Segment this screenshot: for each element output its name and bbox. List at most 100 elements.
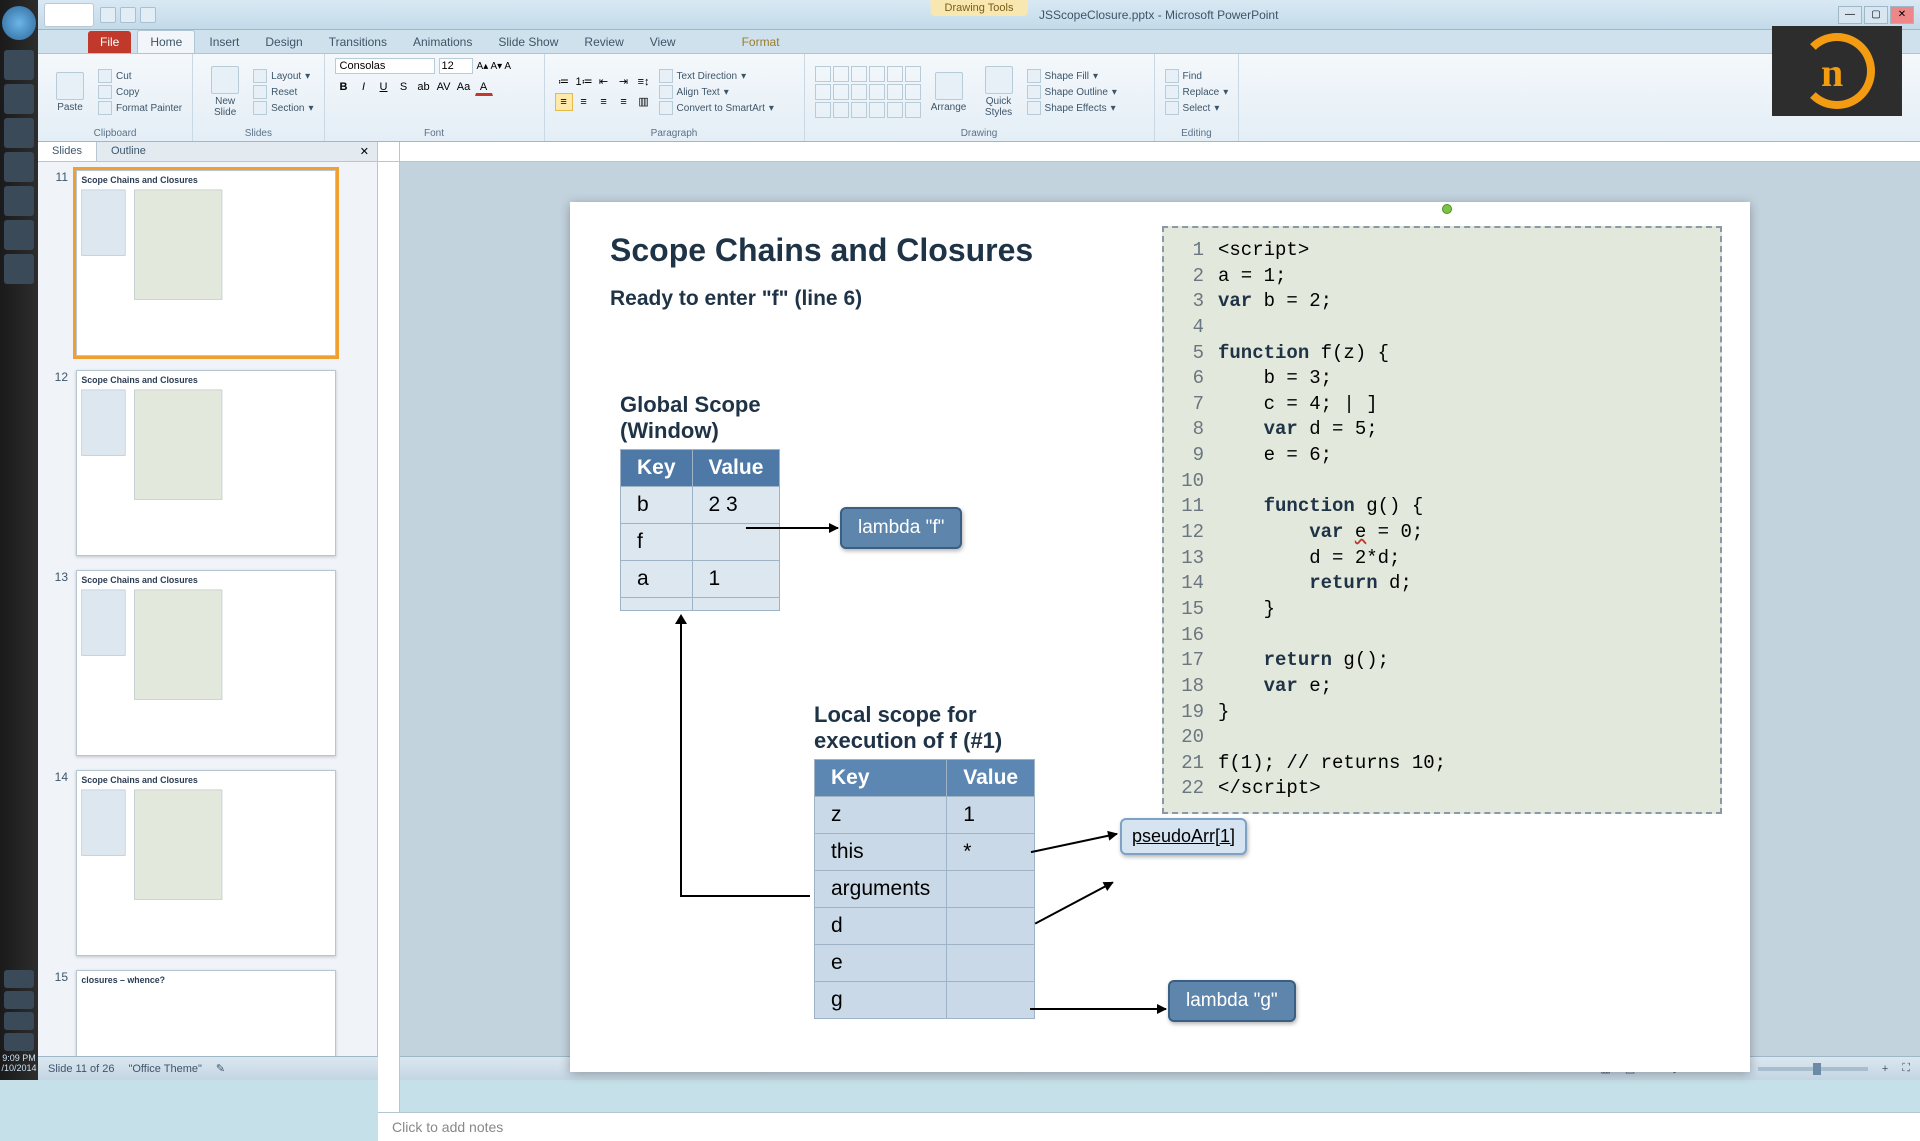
- tray-icon[interactable]: [4, 991, 34, 1009]
- shape-icon[interactable]: [851, 84, 867, 100]
- spacing-button[interactable]: AV: [435, 78, 453, 96]
- case-button[interactable]: Aa: [455, 78, 473, 96]
- replace-button[interactable]: Replace ▾: [1165, 85, 1229, 99]
- shape-outline-button[interactable]: Shape Outline ▾: [1027, 85, 1117, 99]
- tab-home[interactable]: Home: [137, 30, 195, 53]
- shape-icon[interactable]: [815, 66, 831, 82]
- zoom-slider[interactable]: [1758, 1067, 1868, 1071]
- maximize-button[interactable]: ▢: [1864, 6, 1888, 24]
- strike-button[interactable]: S: [395, 78, 413, 96]
- columns-button[interactable]: ▥: [635, 93, 653, 111]
- format-painter-button[interactable]: Format Painter: [98, 101, 182, 115]
- outline-tab[interactable]: Outline: [97, 142, 160, 161]
- underline-button[interactable]: U: [375, 78, 393, 96]
- minimize-button[interactable]: —: [1838, 6, 1862, 24]
- shape-icon[interactable]: [833, 66, 849, 82]
- section-button[interactable]: Section ▾: [253, 101, 313, 115]
- shape-effects-button[interactable]: Shape Effects ▾: [1027, 101, 1117, 115]
- slide-thumbnail[interactable]: Scope Chains and Closures: [76, 770, 336, 956]
- rotate-handle[interactable]: [1442, 204, 1452, 214]
- tab-slideshow[interactable]: Slide Show: [486, 31, 570, 53]
- shape-icon[interactable]: [887, 66, 903, 82]
- copy-button[interactable]: Copy: [98, 85, 182, 99]
- taskbar-clock[interactable]: 9:09 PM /10/2014: [0, 1054, 38, 1074]
- shape-icon[interactable]: [851, 66, 867, 82]
- shape-icon[interactable]: [905, 102, 921, 118]
- local-scope-table[interactable]: KeyValue z1this*argumentsdeg: [814, 759, 1035, 1019]
- horizontal-ruler[interactable]: [400, 142, 1920, 162]
- qat-redo-icon[interactable]: [140, 7, 156, 23]
- spell-check-icon[interactable]: ✎: [216, 1062, 225, 1075]
- taskbar-icon[interactable]: [4, 152, 34, 182]
- shape-icon[interactable]: [905, 66, 921, 82]
- italic-button[interactable]: I: [355, 78, 373, 96]
- shape-fill-button[interactable]: Shape Fill ▾: [1027, 69, 1117, 83]
- text-direction-button[interactable]: Text Direction ▾: [659, 69, 774, 83]
- align-left-button[interactable]: ≡: [555, 93, 573, 111]
- align-text-button[interactable]: Align Text ▾: [659, 85, 774, 99]
- tab-insert[interactable]: Insert: [197, 31, 251, 53]
- select-button[interactable]: Select ▾: [1165, 101, 1229, 115]
- smartart-button[interactable]: Convert to SmartArt ▾: [659, 101, 774, 115]
- tab-format[interactable]: Format: [730, 31, 792, 53]
- align-center-button[interactable]: ≡: [575, 93, 593, 111]
- shape-icon[interactable]: [815, 84, 831, 100]
- tray-icon[interactable]: [4, 1012, 34, 1030]
- bold-button[interactable]: B: [335, 78, 353, 96]
- taskbar-icon[interactable]: [4, 220, 34, 250]
- taskbar-icon[interactable]: [4, 186, 34, 216]
- tab-file[interactable]: File: [88, 31, 131, 53]
- tray-icon[interactable]: [4, 1033, 34, 1051]
- taskbar-icon[interactable]: [4, 118, 34, 148]
- slide-thumbnail[interactable]: Scope Chains and Closures: [76, 170, 336, 356]
- numbering-button[interactable]: 1≔: [575, 73, 593, 91]
- shape-icon[interactable]: [869, 66, 885, 82]
- layout-button[interactable]: Layout ▾: [253, 69, 313, 83]
- font-name-select[interactable]: [335, 58, 435, 74]
- font-size-select[interactable]: [439, 58, 473, 74]
- indent-left-button[interactable]: ⇤: [595, 73, 613, 91]
- global-scope-table[interactable]: KeyValue b2 3fa1: [620, 449, 780, 611]
- slides-tab[interactable]: Slides: [38, 142, 97, 161]
- paste-button[interactable]: Paste: [48, 72, 92, 113]
- lambda-g-box[interactable]: lambda "g": [1168, 980, 1296, 1022]
- shape-icon[interactable]: [815, 102, 831, 118]
- tab-design[interactable]: Design: [253, 31, 314, 53]
- shape-icon[interactable]: [851, 102, 867, 118]
- tray-icon[interactable]: [4, 970, 34, 988]
- taskbar-icon[interactable]: [4, 84, 34, 114]
- qat-undo-icon[interactable]: [120, 7, 136, 23]
- justify-button[interactable]: ≡: [615, 93, 633, 111]
- shape-icon[interactable]: [887, 102, 903, 118]
- find-button[interactable]: Find: [1165, 69, 1229, 83]
- shape-icon[interactable]: [869, 84, 885, 100]
- shadow-button[interactable]: ab: [415, 78, 433, 96]
- taskbar-icon[interactable]: [4, 50, 34, 80]
- tab-transitions[interactable]: Transitions: [317, 31, 399, 53]
- shape-icon[interactable]: [905, 84, 921, 100]
- shape-icon[interactable]: [833, 84, 849, 100]
- align-right-button[interactable]: ≡: [595, 93, 613, 111]
- cut-button[interactable]: Cut: [98, 69, 182, 83]
- line-spacing-button[interactable]: ≡↕: [635, 73, 653, 91]
- font-color-button[interactable]: A: [475, 78, 493, 96]
- start-button[interactable]: [2, 6, 36, 40]
- lambda-f-box[interactable]: lambda "f": [840, 507, 962, 549]
- close-pane-icon[interactable]: ✕: [352, 142, 377, 161]
- tab-review[interactable]: Review: [572, 31, 635, 53]
- slide-canvas[interactable]: Scope Chains and Closures Ready to enter…: [570, 202, 1750, 1072]
- slide-thumbnail[interactable]: Scope Chains and Closures: [76, 570, 336, 756]
- vertical-ruler[interactable]: [378, 162, 400, 1112]
- notes-pane[interactable]: Click to add notes: [378, 1112, 1920, 1141]
- bullets-button[interactable]: ≔: [555, 73, 573, 91]
- qat-save-icon[interactable]: [100, 7, 116, 23]
- taskbar-icon[interactable]: [4, 254, 34, 284]
- arrange-button[interactable]: Arrange: [927, 72, 971, 113]
- indent-right-button[interactable]: ⇥: [615, 73, 633, 91]
- quick-styles-button[interactable]: Quick Styles: [977, 66, 1021, 118]
- tab-view[interactable]: View: [638, 31, 688, 53]
- new-slide-button[interactable]: New Slide: [203, 66, 247, 118]
- slide-thumbnail[interactable]: Scope Chains and Closures: [76, 370, 336, 556]
- shape-icon[interactable]: [833, 102, 849, 118]
- slide-thumbnail[interactable]: closures – whence?: [76, 970, 336, 1056]
